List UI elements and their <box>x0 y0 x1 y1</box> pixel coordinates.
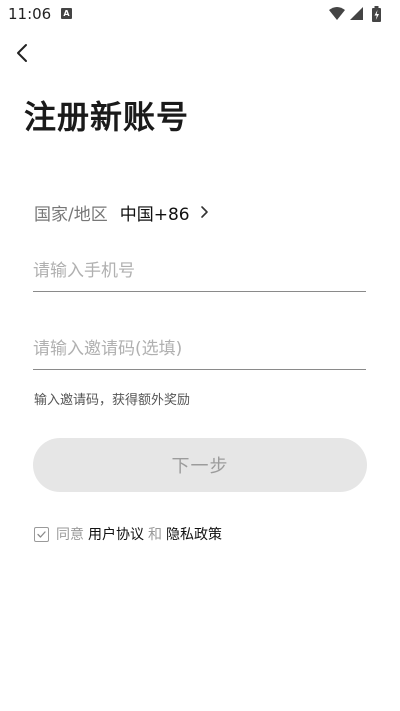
battery-charging-icon <box>372 6 381 22</box>
country-selector[interactable]: 国家/地区 中国+86 <box>34 200 209 225</box>
status-bar: 11:06 A <box>0 0 400 28</box>
back-arrow-icon <box>17 44 27 62</box>
checkmark-icon <box>37 530 46 538</box>
next-button[interactable]: 下一步 <box>33 438 367 492</box>
invite-code-input[interactable] <box>33 329 366 369</box>
page-title: 注册新账号 <box>24 98 190 136</box>
agreement-row: 同意 用户协议 和 隐私政策 <box>34 525 226 543</box>
back-button[interactable] <box>10 38 38 68</box>
agreement-checkbox[interactable] <box>34 526 49 542</box>
privacy-policy-link[interactable]: 隐私政策 <box>166 524 222 544</box>
agree-prefix: 同意 <box>56 527 84 543</box>
notification-icon: A <box>61 8 72 19</box>
phone-input[interactable] <box>33 251 366 291</box>
wifi-icon <box>329 7 345 20</box>
agree-conjunction: 和 <box>148 527 162 543</box>
chevron-right-icon <box>200 206 208 218</box>
country-label: 国家/地区 <box>34 204 108 225</box>
user-agreement-link[interactable]: 用户协议 <box>88 524 144 544</box>
status-icons <box>328 5 386 27</box>
invite-field <box>33 329 366 370</box>
register-screen: 11:06 A 注册新账号 国家/地区 中国+86 请输入手机号 请输入邀请码(… <box>0 0 400 711</box>
status-time: 11:06 <box>8 5 52 23</box>
country-code-value: 中国+86 <box>119 204 190 225</box>
signal-icon <box>350 7 363 20</box>
phone-field <box>33 251 366 292</box>
invite-hint: 输入邀请码，获得额外奖励 <box>34 393 191 408</box>
